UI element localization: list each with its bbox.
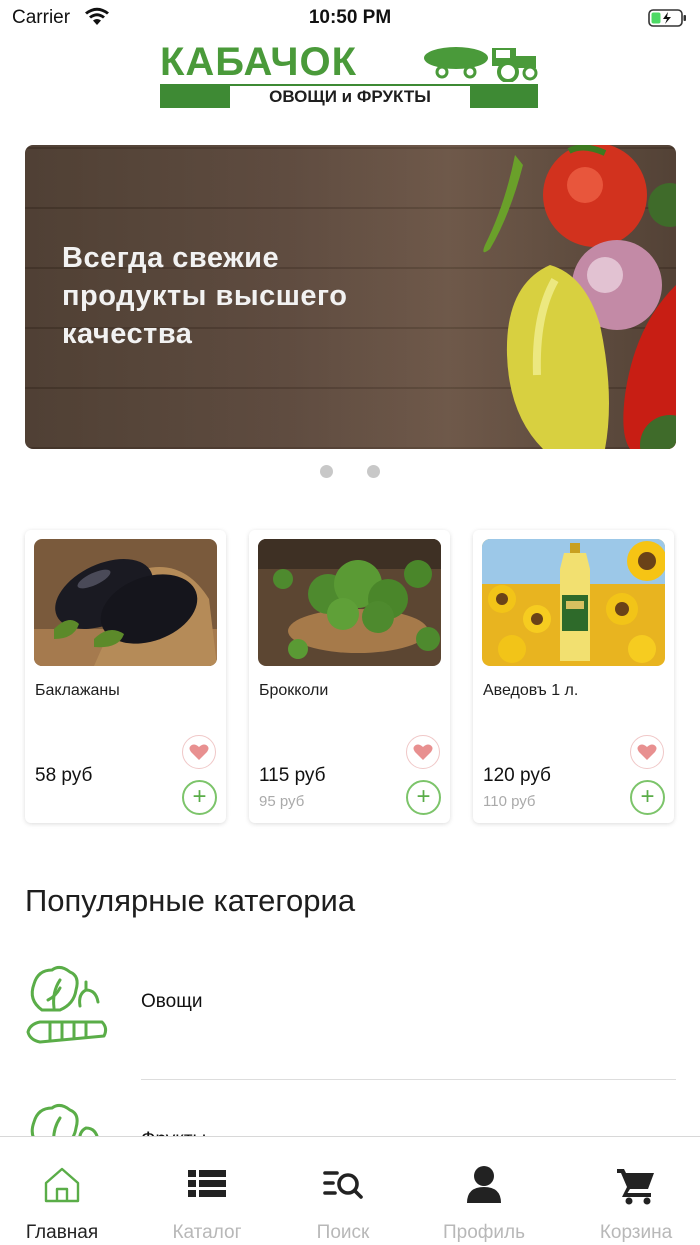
carousel-indicator [0,465,700,479]
tab-label: Каталог [172,1222,242,1243]
add-to-cart-button[interactable]: + [630,780,665,815]
product-old-price: 110 руб [483,793,536,810]
product-image-broccoli [258,539,441,666]
favorite-button[interactable] [406,735,440,769]
plus-icon: + [640,783,655,810]
battery-icon [648,8,688,33]
product-card[interactable]: Аведовъ 1 л. 120 руб 110 руб + [473,530,674,823]
product-name: Баклажаны [35,682,120,699]
clock-label: 10:50 PM [308,7,392,28]
product-card[interactable]: Баклажаны 58 руб + [25,530,226,823]
search-icon [323,1171,363,1199]
product-card[interactable]: Брокколи 115 руб 95 руб + [249,530,450,823]
vegetables-icon [24,960,110,1051]
carousel-dot[interactable] [320,465,333,478]
heart-icon [413,744,433,760]
product-old-price: 95 руб [259,793,305,810]
favorite-button[interactable] [182,735,216,769]
product-price: 115 руб [259,765,326,786]
divider [141,1079,676,1080]
product-price: 120 руб [483,765,551,786]
list-icon [188,1170,226,1197]
logo-subtitle: ОВОЩИ и ФРУКТЫ [230,86,470,108]
status-bar: Carrier 10:50 PM [0,0,700,36]
tab-label: Поиск [316,1222,370,1243]
tab-label: Корзина [599,1222,673,1243]
tab-search[interactable]: Поиск [273,1137,413,1245]
categories-title: Популярные категориа [25,883,356,918]
cart-icon [617,1169,654,1205]
plus-icon: + [192,783,207,810]
profile-icon [467,1166,501,1203]
product-name: Брокколи [259,682,329,699]
vegetables-image [483,145,676,449]
product-image-eggplant [34,539,217,666]
brand-logo: КАБАЧОК ОВОЩИ и ФРУКТЫ [160,40,540,110]
category-item-vegetables[interactable]: Овощи [0,955,700,1080]
heart-icon [637,744,657,760]
category-label: Овощи [141,991,203,1012]
home-icon [44,1167,80,1203]
promo-banner[interactable]: Всегда свежие продукты высшего качества [25,145,676,449]
product-image-sunflower-oil [482,539,665,666]
tab-label: Главная [25,1222,99,1243]
tab-label: Профиль [442,1222,526,1243]
favorite-button[interactable] [630,735,664,769]
tab-home[interactable]: Главная [0,1137,132,1245]
product-price: 58 руб [35,765,93,786]
carousel-dot[interactable] [367,465,380,478]
plus-icon: + [416,783,431,810]
tab-profile[interactable]: Профиль [414,1137,554,1245]
tractor-icon [422,42,540,87]
tab-cart[interactable]: Корзина [566,1137,700,1245]
tab-bar: Главная Каталог Поиск Профиль Корзина [0,1136,700,1245]
add-to-cart-button[interactable]: + [182,780,217,815]
logo-title: КАБАЧОК [160,40,357,84]
banner-text: Всегда свежие продукты высшего качества [62,242,348,350]
heart-icon [189,744,209,760]
tab-catalog[interactable]: Каталог [137,1137,277,1245]
add-to-cart-button[interactable]: + [406,780,441,815]
product-name: Аведовъ 1 л. [483,682,579,699]
